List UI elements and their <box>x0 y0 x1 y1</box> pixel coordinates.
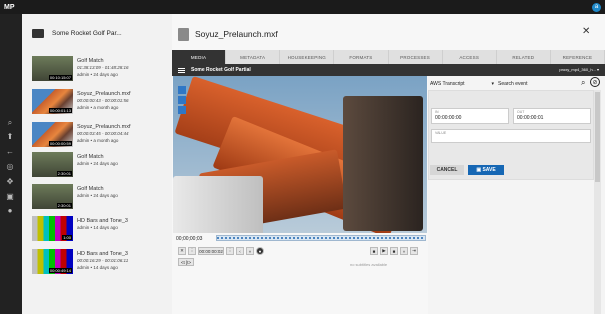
out-field[interactable]: OUT 00:00:00:01 <box>513 108 591 124</box>
tab-formats[interactable]: FORMATS <box>334 50 389 64</box>
media-subbar: Some Rocket Golf Partial proxy_mp4_360_h… <box>172 64 605 76</box>
nav-rail: ⌕ ⬆ ← ◎ ✥ ▣ ● <box>0 14 22 314</box>
subbar-title: Some Rocket Golf Partial <box>191 67 251 73</box>
end-icon[interactable]: ⇥ <box>410 247 418 255</box>
close-icon[interactable]: ✕ <box>178 247 186 255</box>
asset-title: Golf Match <box>77 186 104 192</box>
asset-title: Soyuz_Prelaunch.mxf <box>77 124 131 130</box>
tab-reference[interactable]: REFERENCE <box>550 50 605 64</box>
tab-access[interactable]: ACCESS <box>442 50 497 64</box>
cancel-button[interactable]: CANCEL <box>430 165 464 175</box>
rate-label[interactable]: <t [t> <box>178 258 194 266</box>
asset-title: Golf Match <box>77 58 104 64</box>
page-title: Soyuz_Prelaunch.mxf <box>195 29 278 39</box>
timeline-scrubber[interactable] <box>216 235 426 241</box>
asset-meta: admin • a month ago <box>77 105 119 110</box>
tab-housekeeping[interactable]: HOUSEKEEPING <box>280 50 335 64</box>
thumbnail: 2:30:01 <box>32 152 73 177</box>
save-button[interactable]: ▣ SAVE <box>468 165 504 175</box>
asset-timecode: 01:38:13:09 - 01:48:28:16 <box>77 65 129 70</box>
transcript-select[interactable]: AWS Transcript ▾ <box>430 79 494 88</box>
overlay-marker <box>178 106 186 114</box>
thumbnail: 2:30:01 <box>32 184 73 209</box>
list-item[interactable]: 2:30:01 Golf Match admin • 24 days ago <box>32 184 182 214</box>
tab-metadata[interactable]: METADATA <box>226 50 281 64</box>
overlay-marker <box>178 96 186 104</box>
palette-icon[interactable]: ● <box>5 206 15 216</box>
tab-processes[interactable]: PROCESSES <box>388 50 443 64</box>
asset-title: Golf Match <box>77 154 104 160</box>
collection-header: Some Rocket Golf Par... <box>32 26 172 40</box>
clear-icon[interactable]: ⊘ <box>590 77 600 87</box>
overlay-marker <box>178 86 186 94</box>
forward-icon[interactable]: » <box>400 247 408 255</box>
pause-icon[interactable]: ■ <box>390 247 398 255</box>
thumbnail: 00:10:15:07 <box>32 56 73 81</box>
list-item[interactable]: 00:10:15:07 Golf Match 01:38:13:09 - 01:… <box>32 56 182 86</box>
list-item[interactable]: 1:00 HD Bars and Tone_3 admin • 14 days … <box>32 216 182 246</box>
thumbnail: 1:00 <box>32 216 73 241</box>
timecode-display: 00;00;00;03 <box>176 236 203 242</box>
gear-icon[interactable]: ▣ <box>5 192 15 202</box>
scrollbar[interactable] <box>594 90 601 314</box>
thumbnail: 00:00:01:13 <box>32 89 73 114</box>
back-icon[interactable]: ← <box>5 147 15 157</box>
annotation-panel: AWS Transcript ▾ Search event ⌕ ⊘ IN 00:0… <box>428 76 605 314</box>
asset-title: HD Bars and Tone_3 <box>77 218 128 224</box>
value-field[interactable]: VALUE <box>431 129 591 143</box>
asset-meta: admin • 14 days ago <box>77 225 118 230</box>
record-icon[interactable]: ● <box>256 247 264 255</box>
video-player[interactable] <box>173 76 427 233</box>
step-back-icon[interactable]: ‹ <box>236 247 244 255</box>
asset-detail-panel: Soyuz_Prelaunch.mxf ✕ MEDIA METADATA HOU… <box>172 14 605 314</box>
asset-title: Soyuz_Prelaunch.mxf <box>77 91 131 97</box>
folder-icon <box>32 28 44 38</box>
pin-icon[interactable]: ✥ <box>5 177 15 187</box>
asset-timecode: 00:00:00:43 - 00:00:01:56 <box>77 98 129 103</box>
asset-meta: admin • a month ago <box>77 138 119 143</box>
asset-meta: admin • 24 days ago <box>77 72 118 77</box>
search-icon[interactable]: ⌕ <box>5 118 15 128</box>
file-icon <box>178 28 189 41</box>
avatar[interactable]: a <box>592 2 601 12</box>
play-icon[interactable]: ▶ <box>380 247 388 255</box>
list-item[interactable]: 00:00:49:14 HD Bars and Tone_3 00:00:16:… <box>32 249 182 279</box>
list-item[interactable]: 00:00:00:59 Soyuz_Prelaunch.mxf 00:00:03… <box>32 122 182 152</box>
rewind-icon[interactable]: « <box>246 247 254 255</box>
grid-icon[interactable]: ⋮ <box>188 247 196 255</box>
tab-related[interactable]: RELATED <box>496 50 551 64</box>
more-icon[interactable]: ⋮ <box>226 247 234 255</box>
search-event-input[interactable]: Search event <box>498 79 578 88</box>
tag-icon[interactable]: ◎ <box>5 162 15 172</box>
collection-title: Some Rocket Golf Par... <box>52 29 122 37</box>
menu-icon[interactable] <box>178 67 185 73</box>
tab-media[interactable]: MEDIA <box>172 50 227 64</box>
asset-meta: admin • 24 days ago <box>77 161 118 166</box>
thumbnail: 00:00:49:14 <box>32 249 73 274</box>
list-item[interactable]: 2:30:01 Golf Match admin • 24 days ago <box>32 152 182 182</box>
top-bar: MP a <box>0 0 605 14</box>
search-icon[interactable]: ⌕ <box>581 78 585 88</box>
app-logo: MP <box>4 3 15 11</box>
asset-title: HD Bars and Tone_3 <box>77 251 128 257</box>
upload-icon[interactable]: ⬆ <box>5 132 15 142</box>
stop-icon[interactable]: ■ <box>370 247 378 255</box>
chevron-down-icon: ▾ <box>491 80 494 87</box>
asset-timecode: 00:00:03:45 - 00:00:04:44 <box>77 131 129 136</box>
list-item[interactable]: 00:00:01:13 Soyuz_Prelaunch.mxf 00:00:00… <box>32 89 182 119</box>
format-select[interactable]: proxy_mp4_360_h... ▾ <box>559 67 599 72</box>
tab-bar: MEDIA METADATA HOUSEKEEPING FORMATS PROC… <box>172 50 605 64</box>
thumbnail: 00:00:00:59 <box>32 122 73 147</box>
frame-input[interactable]: 00:00:00:02 <box>198 247 224 255</box>
collection-panel: Some Rocket Golf Par... ✕ 00:10:15:07 Go… <box>22 14 188 314</box>
close-icon[interactable]: ✕ <box>582 26 590 37</box>
subtitles-status: no subtitles available <box>350 262 388 267</box>
asset-meta: admin • 14 days ago <box>77 265 118 270</box>
in-field[interactable]: IN 00:00:00:00 <box>431 108 509 124</box>
asset-meta: admin • 24 days ago <box>77 193 118 198</box>
asset-timecode: 00:00:16:29 - 00:01:06:11 <box>77 258 129 263</box>
